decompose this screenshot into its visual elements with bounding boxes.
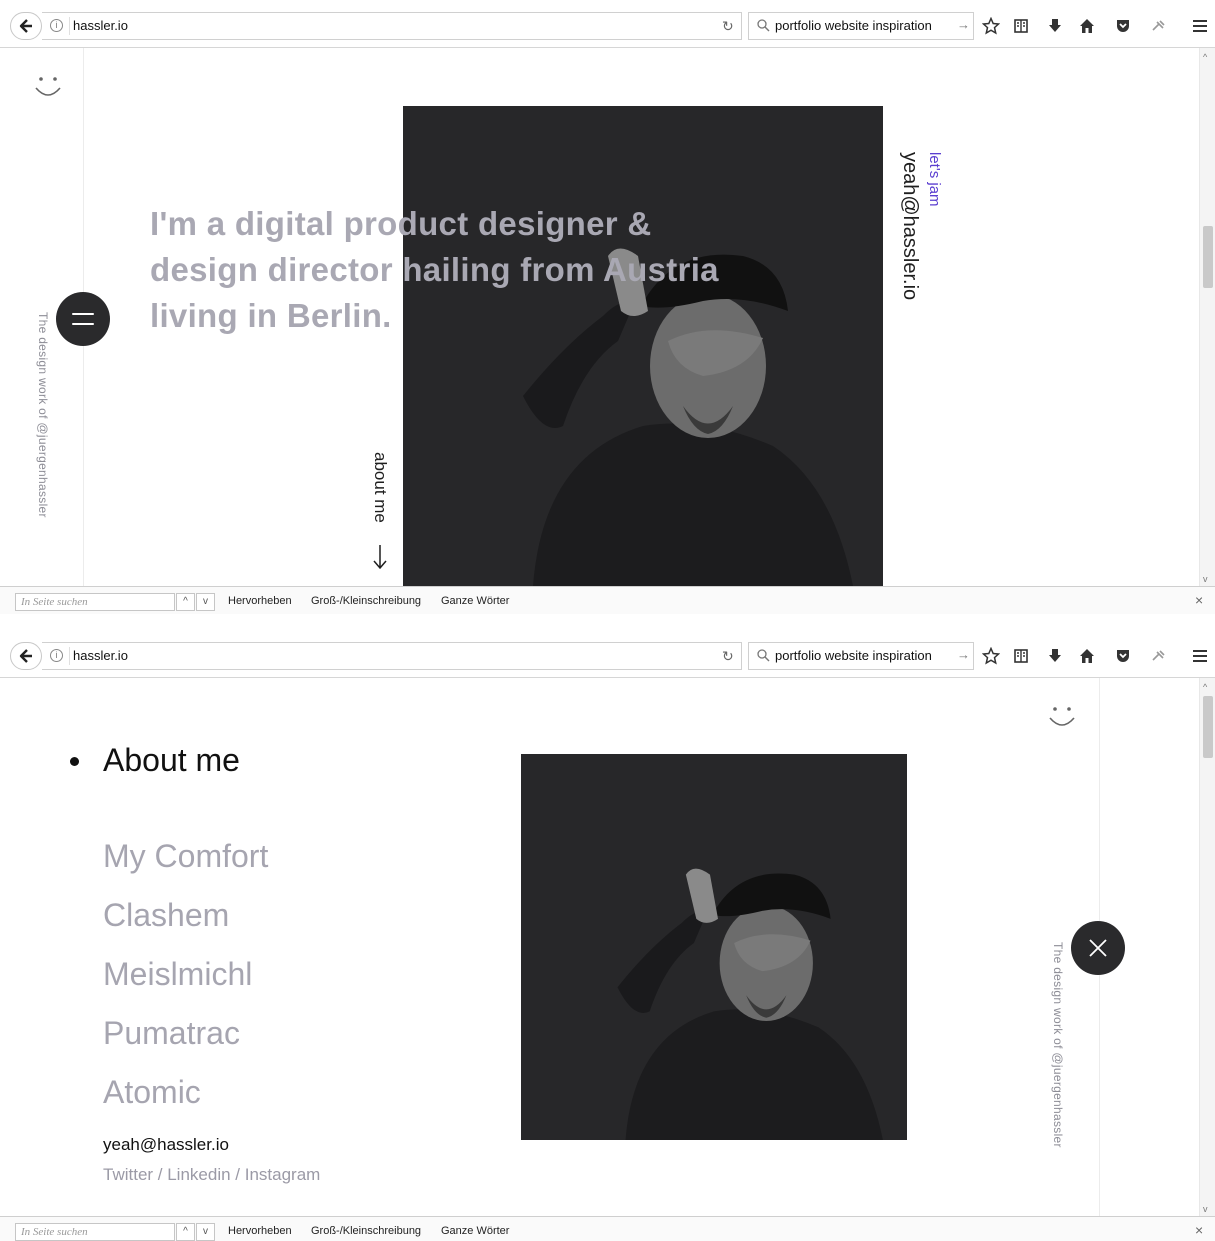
go-arrow-icon[interactable]: → bbox=[957, 17, 970, 32]
reading-list-icon[interactable] bbox=[1008, 642, 1034, 670]
hamburger-menu-icon[interactable] bbox=[1186, 642, 1214, 670]
url-bar[interactable]: i hassler.io ↻ bbox=[42, 12, 742, 40]
highlight-toggle[interactable]: Hervorheben bbox=[228, 595, 292, 607]
back-arrow-icon bbox=[19, 19, 32, 33]
url-text: hassler.io bbox=[73, 18, 128, 33]
pocket-icon[interactable] bbox=[1110, 12, 1136, 40]
bookmark-star-icon[interactable] bbox=[978, 642, 1004, 670]
scrollbar[interactable]: ^ v bbox=[1199, 48, 1215, 586]
find-bar: In Seite suchen ^ v Hervorheben Groß-/Kl… bbox=[0, 586, 1215, 614]
find-bar: In Seite suchen ^ v Hervorheben Groß-/Kl… bbox=[0, 1216, 1215, 1241]
download-icon[interactable] bbox=[1042, 12, 1068, 40]
home-icon[interactable] bbox=[1074, 642, 1100, 670]
lets-jam-label: let's jam bbox=[926, 152, 943, 207]
nav-item-about-me[interactable]: About me bbox=[103, 742, 240, 779]
info-icon[interactable]: i bbox=[50, 649, 63, 662]
site-tagline: The design work of @juergenhassler bbox=[36, 312, 50, 518]
hero-headline: I'm a digital product designer & design … bbox=[150, 205, 719, 334]
reload-icon[interactable]: ↻ bbox=[722, 648, 734, 665]
pocket-icon[interactable] bbox=[1110, 642, 1136, 670]
close-icon bbox=[1089, 939, 1107, 957]
menu-email-link[interactable]: yeah@hassler.io bbox=[103, 1135, 229, 1155]
browser-window-home: i hassler.io ↻ portfolio website inspira… bbox=[0, 0, 1215, 614]
url-divider bbox=[69, 647, 70, 665]
go-arrow-icon[interactable]: → bbox=[957, 647, 970, 662]
scroll-thumb[interactable] bbox=[1203, 226, 1213, 288]
find-input[interactable]: In Seite suchen bbox=[15, 593, 175, 611]
smiley-logo-icon[interactable] bbox=[33, 75, 63, 103]
nav-item-my-comfort[interactable]: My Comfort bbox=[103, 838, 268, 875]
chevron-down-icon[interactable]: v bbox=[1203, 574, 1208, 584]
hamburger-line-icon bbox=[72, 323, 94, 325]
info-icon[interactable]: i bbox=[50, 19, 63, 32]
find-prev-button[interactable]: ^ bbox=[176, 593, 195, 611]
find-next-button[interactable]: v bbox=[196, 1223, 215, 1241]
scroll-thumb[interactable] bbox=[1203, 696, 1213, 758]
match-case-toggle[interactable]: Groß-/Kleinschreibung bbox=[311, 1225, 421, 1237]
find-input[interactable]: In Seite suchen bbox=[15, 1223, 175, 1241]
social-links[interactable]: Twitter / Linkedin / Instagram bbox=[103, 1165, 320, 1185]
scrollbar[interactable]: ^ v bbox=[1199, 678, 1215, 1216]
back-button[interactable] bbox=[10, 12, 42, 40]
nav-item-meislmichl[interactable]: Meislmichl bbox=[103, 956, 252, 993]
url-text: hassler.io bbox=[73, 648, 128, 663]
about-me-link[interactable]: about me bbox=[370, 452, 390, 523]
nav-item-atomic[interactable]: Atomic bbox=[103, 1074, 201, 1111]
whole-words-toggle[interactable]: Ganze Wörter bbox=[441, 595, 509, 607]
portrait-photo bbox=[403, 106, 883, 586]
browser-window-menu: i hassler.io ↻ portfolio website inspira… bbox=[0, 630, 1215, 1241]
contact-email-link[interactable]: yeah@hassler.io bbox=[898, 152, 921, 300]
back-arrow-icon bbox=[19, 649, 32, 663]
chevron-up-icon[interactable]: ^ bbox=[1203, 52, 1207, 62]
home-icon[interactable] bbox=[1074, 12, 1100, 40]
portrait-illustration bbox=[617, 868, 883, 1140]
search-text: portfolio website inspiration bbox=[775, 18, 932, 33]
url-divider bbox=[69, 17, 70, 35]
find-prev-button[interactable]: ^ bbox=[176, 1223, 195, 1241]
menu-close-button[interactable] bbox=[1071, 921, 1125, 975]
hamburger-menu-icon[interactable] bbox=[1186, 12, 1214, 40]
nav-item-clashem[interactable]: Clashem bbox=[103, 897, 229, 934]
hamburger-line-icon bbox=[72, 313, 94, 315]
chevron-down-icon[interactable]: v bbox=[1203, 1204, 1208, 1214]
search-text: portfolio website inspiration bbox=[775, 648, 932, 663]
page-viewport: The design work of @juergenhassler About… bbox=[0, 678, 1215, 1216]
search-icon bbox=[757, 19, 770, 32]
close-icon[interactable]: × bbox=[1195, 592, 1203, 608]
search-icon bbox=[757, 649, 770, 662]
extension-icon[interactable] bbox=[1146, 642, 1172, 670]
match-case-toggle[interactable]: Groß-/Kleinschreibung bbox=[311, 595, 421, 607]
active-bullet-icon bbox=[70, 757, 79, 766]
search-bar[interactable]: portfolio website inspiration → bbox=[748, 642, 974, 670]
reload-icon[interactable]: ↻ bbox=[722, 18, 734, 35]
portrait-illustration bbox=[523, 248, 853, 586]
smiley-logo-icon[interactable] bbox=[1047, 705, 1077, 733]
download-icon[interactable] bbox=[1042, 642, 1068, 670]
portrait-photo bbox=[521, 754, 907, 1140]
bookmark-star-icon[interactable] bbox=[978, 12, 1004, 40]
highlight-toggle[interactable]: Hervorheben bbox=[228, 1225, 292, 1237]
arrow-down-icon[interactable] bbox=[372, 544, 388, 570]
extension-icon[interactable] bbox=[1146, 12, 1172, 40]
close-icon[interactable]: × bbox=[1195, 1222, 1203, 1238]
find-next-button[interactable]: v bbox=[196, 593, 215, 611]
menu-open-button[interactable] bbox=[56, 292, 110, 346]
back-button[interactable] bbox=[10, 642, 42, 670]
browser-toolbar: i hassler.io ↻ portfolio website inspira… bbox=[0, 630, 1215, 678]
nav-item-pumatrac[interactable]: Pumatrac bbox=[103, 1015, 240, 1052]
site-tagline: The design work of @juergenhassler bbox=[1051, 942, 1065, 1148]
chevron-up-icon[interactable]: ^ bbox=[1203, 682, 1207, 692]
search-bar[interactable]: portfolio website inspiration → bbox=[748, 12, 974, 40]
browser-toolbar: i hassler.io ↻ portfolio website inspira… bbox=[0, 0, 1215, 48]
page-viewport: The design work of @juergenhassler I'm a… bbox=[0, 48, 1215, 586]
whole-words-toggle[interactable]: Ganze Wörter bbox=[441, 1225, 509, 1237]
url-bar[interactable]: i hassler.io ↻ bbox=[42, 642, 742, 670]
reading-list-icon[interactable] bbox=[1008, 12, 1034, 40]
